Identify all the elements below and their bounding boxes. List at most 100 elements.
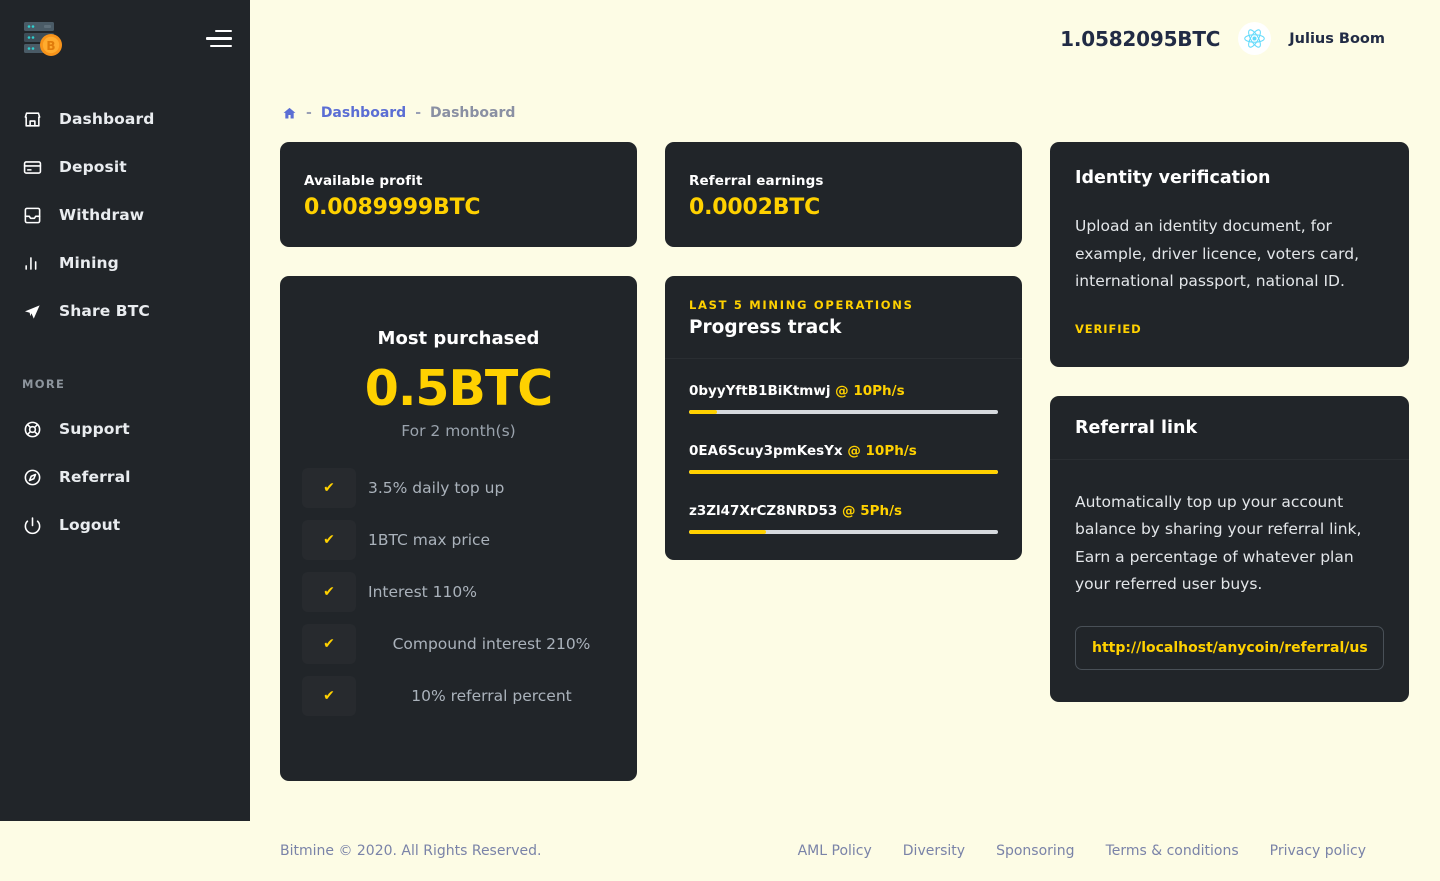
column-middle: Referral earnings 0.0002BTC LAST 5 MININ…	[665, 142, 1022, 560]
mining-operation-row: 0EA6Scuy3pmKesYx @ 10Ph/s	[689, 443, 998, 474]
plan-title: Most purchased	[377, 328, 540, 349]
plan-feature: ✔ Interest 110%	[302, 566, 615, 618]
sidebar-item-label: Dashboard	[59, 110, 155, 128]
mining-operation-rate: @ 10Ph/s	[835, 383, 905, 399]
user-name[interactable]: Julius Boom	[1289, 31, 1385, 47]
identity-verification-heading: Identity verification	[1075, 168, 1271, 188]
lifebuoy-icon	[22, 419, 42, 439]
breadcrumb-link-dashboard[interactable]: Dashboard	[321, 105, 406, 121]
progress-track-card: LAST 5 MINING OPERATIONS Progress track …	[665, 276, 1022, 560]
referral-link-input[interactable]	[1075, 626, 1384, 671]
sidebar-item-dashboard[interactable]: Dashboard	[0, 95, 250, 143]
footer-link-sponsoring[interactable]: Sponsoring	[996, 843, 1074, 859]
breadcrumb-separator: -	[415, 105, 422, 121]
sidebar-item-share-btc[interactable]: Share BTC	[0, 287, 250, 335]
footer-link-privacy-policy[interactable]: Privacy policy	[1270, 843, 1366, 859]
sidebar-item-label: Referral	[59, 468, 131, 486]
footer-link-terms-conditions[interactable]: Terms & conditions	[1106, 843, 1239, 859]
check-icon: ✔	[302, 520, 356, 560]
mining-operation-row: z3Zl47XrCZ8NRD53 @ 5Ph/s	[689, 503, 998, 534]
store-icon	[22, 109, 42, 129]
sidebar-item-logout[interactable]: Logout	[0, 501, 250, 549]
sidebar-item-deposit[interactable]: Deposit	[0, 143, 250, 191]
power-icon	[22, 515, 42, 535]
svg-text:B: B	[46, 39, 55, 53]
progress-track-kicker: LAST 5 MINING OPERATIONS	[689, 298, 914, 312]
available-profit-label: Available profit	[304, 173, 423, 189]
footer: Bitmine © 2020. All Rights Reserved. AML…	[250, 821, 1440, 881]
mining-operation-label: 0byyYftB1BiKtmwj @ 10Ph/s	[689, 383, 998, 399]
sidebar-section-more: MORE	[22, 377, 66, 391]
mining-operation-progressbar	[689, 470, 998, 474]
mining-operation-id: z3Zl47XrCZ8NRD53	[689, 503, 838, 519]
sidebar-nav: Dashboard Deposit Withdraw Mining Share …	[0, 95, 250, 549]
progress-track-header: LAST 5 MINING OPERATIONS Progress track	[665, 276, 1022, 359]
referral-link-card: Referral link Automatically top up your …	[1050, 395, 1409, 703]
referral-link-heading: Referral link	[1075, 417, 1198, 438]
progress-fill	[689, 470, 998, 474]
footer-links: AML Policy Diversity Sponsoring Terms & …	[798, 843, 1410, 859]
hamburger-line	[206, 37, 232, 40]
referral-earnings-card: Referral earnings 0.0002BTC	[665, 142, 1022, 247]
bar-chart-icon	[22, 253, 42, 273]
progress-fill	[689, 530, 767, 534]
server-bitcoin-logo[interactable]: B	[22, 18, 68, 60]
progress-track-list: 0byyYftB1BiKtmwj @ 10Ph/s 0EA6Scuy3pmKes…	[665, 359, 1022, 560]
mining-operation-progressbar	[689, 530, 998, 534]
check-icon: ✔	[302, 572, 356, 612]
hamburger-line	[210, 44, 232, 48]
plan-period: For 2 month(s)	[401, 421, 516, 440]
footer-link-diversity[interactable]: Diversity	[903, 843, 965, 859]
progress-fill	[689, 410, 717, 414]
sidebar-item-label: Share BTC	[59, 302, 150, 320]
plan-feature: ✔ 10% referral percent	[302, 670, 615, 722]
sidebar-header: B	[0, 0, 250, 77]
main-area: 1.0582095BTC Julius Boom - Dashboard - D…	[250, 0, 1440, 881]
column-right: Identity verification Upload an identity…	[1050, 142, 1409, 703]
plan-amount: 0.5BTC	[364, 360, 554, 417]
credit-card-icon	[22, 157, 42, 177]
mining-operation-label: z3Zl47XrCZ8NRD53 @ 5Ph/s	[689, 503, 998, 519]
sidebar-item-label: Support	[59, 420, 130, 438]
footer-link-aml-policy[interactable]: AML Policy	[798, 843, 872, 859]
dashboard-grid: Available profit 0.0089999BTC Most purch…	[280, 142, 1412, 781]
sidebar: B Dashboard Deposit Withdraw Mining Shar…	[0, 0, 250, 821]
plan-feature: ✔ 3.5% daily top up	[302, 462, 615, 514]
hamburger-line	[215, 29, 232, 33]
referral-earnings-label: Referral earnings	[689, 173, 824, 189]
referral-link-header: Referral link	[1050, 396, 1409, 460]
sidebar-item-label: Deposit	[59, 158, 127, 176]
sidebar-item-support[interactable]: Support	[0, 405, 250, 453]
plan-feature: ✔ Compound interest 210%	[302, 618, 615, 670]
check-icon: ✔	[302, 468, 356, 508]
inbox-icon	[22, 205, 42, 225]
btc-balance: 1.0582095BTC	[1060, 26, 1221, 51]
referral-earnings-value: 0.0002BTC	[689, 195, 821, 220]
column-left: Available profit 0.0089999BTC Most purch…	[280, 142, 637, 781]
plan-feature-label: 10% referral percent	[411, 686, 572, 705]
mining-operation-progressbar	[689, 410, 998, 414]
check-icon: ✔	[302, 624, 356, 664]
referral-link-text: Automatically top up your account balanc…	[1075, 492, 1362, 594]
identity-verification-text: Upload an identity document, for example…	[1075, 217, 1360, 291]
footer-copyright: Bitmine © 2020. All Rights Reserved.	[280, 843, 542, 859]
home-icon[interactable]	[282, 106, 297, 121]
check-icon: ✔	[302, 676, 356, 716]
page-content: - Dashboard - Dashboard Available profit…	[250, 77, 1440, 821]
available-profit-value: 0.0089999BTC	[304, 195, 481, 220]
progress-track-title: Progress track	[689, 317, 842, 338]
sidebar-item-withdraw[interactable]: Withdraw	[0, 191, 250, 239]
plan-feature-label: Interest 110%	[368, 582, 477, 601]
plan-feature-label: Compound interest 210%	[392, 634, 591, 653]
identity-verification-card: Identity verification Upload an identity…	[1050, 142, 1409, 367]
sidebar-item-label: Mining	[59, 254, 119, 272]
sidebar-item-mining[interactable]: Mining	[0, 239, 250, 287]
react-logo-avatar[interactable]	[1238, 22, 1272, 55]
hamburger-menu-icon[interactable]	[206, 29, 232, 48]
mining-operation-id: 0byyYftB1BiKtmwj	[689, 383, 831, 399]
breadcrumb: - Dashboard - Dashboard	[280, 105, 1412, 121]
sidebar-item-referral[interactable]: Referral	[0, 453, 250, 501]
mining-operation-id: 0EA6Scuy3pmKesYx	[689, 443, 843, 459]
most-purchased-plan-card: Most purchased 0.5BTC For 2 month(s) ✔ 3…	[280, 276, 637, 781]
status-badge: VERIFIED	[1075, 321, 1142, 336]
